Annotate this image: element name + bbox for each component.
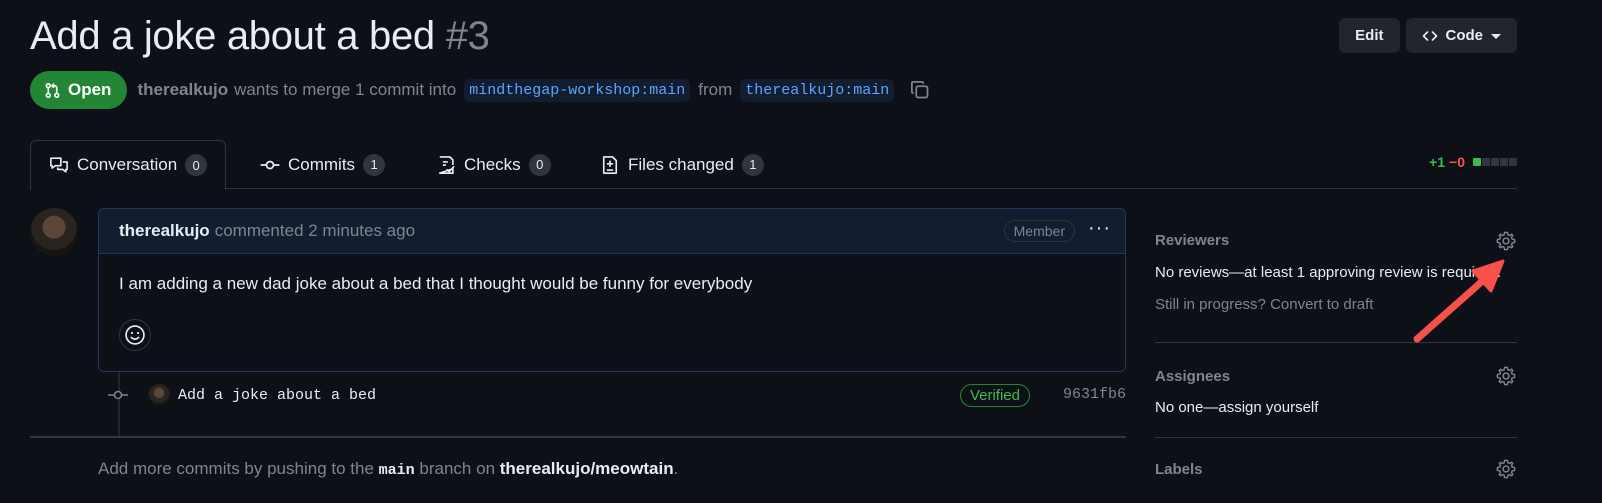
diffstat-blocks bbox=[1473, 158, 1517, 166]
assignees-section: Assignees No one—assign yourself bbox=[1155, 343, 1517, 438]
pr-title-text: Add a joke about a bed bbox=[30, 14, 435, 58]
caret-down-icon bbox=[1491, 34, 1501, 39]
comment-author-link[interactable]: therealkujo bbox=[119, 221, 210, 241]
smiley-icon bbox=[125, 325, 145, 345]
from-text: from bbox=[698, 80, 733, 99]
assignees-status: No one—assign yourself bbox=[1155, 399, 1517, 416]
header-actions: Edit Code bbox=[1339, 18, 1517, 53]
commit-avatar[interactable] bbox=[148, 384, 170, 406]
commit-sha-link[interactable]: 9631fb6 bbox=[1063, 386, 1126, 403]
state-label: Open bbox=[68, 80, 112, 99]
tab-commits[interactable]: Commits 1 bbox=[242, 140, 403, 189]
commit-row: Add a joke about a bed Verified 9631fb6 bbox=[108, 381, 1126, 409]
diffstat-block-neutral bbox=[1509, 158, 1517, 166]
tab-files-changed-count: 1 bbox=[741, 153, 764, 176]
pr-meta: Open therealkujo wants to merge 1 commit… bbox=[30, 71, 930, 109]
comment-timestamp: commented 2 minutes ago bbox=[214, 221, 416, 240]
tab-files-changed[interactable]: Files changed 1 bbox=[582, 140, 782, 189]
pr-number: #3 bbox=[445, 14, 490, 58]
draft-prompt-text: Still in progress? bbox=[1155, 296, 1266, 313]
git-commit-icon bbox=[108, 387, 128, 403]
tab-commits-label: Commits bbox=[288, 154, 356, 174]
assignees-none: No one— bbox=[1155, 399, 1219, 416]
member-badge: Member bbox=[1003, 220, 1075, 242]
edit-label: Edit bbox=[1355, 27, 1384, 44]
gear-icon[interactable] bbox=[1495, 458, 1517, 485]
tab-conversation[interactable]: Conversation 0 bbox=[30, 140, 227, 190]
labels-title[interactable]: Labels bbox=[1155, 438, 1517, 478]
pr-author-link[interactable]: therealkujo bbox=[137, 80, 228, 100]
code-button[interactable]: Code bbox=[1405, 18, 1517, 53]
footnote-suffix: . bbox=[673, 459, 679, 478]
tab-checks[interactable]: Checks 0 bbox=[418, 140, 569, 189]
diffstat-deletions: −0 bbox=[1449, 154, 1465, 170]
gear-icon[interactable] bbox=[1495, 230, 1517, 257]
merge-text: wants to merge 1 commit into bbox=[234, 80, 457, 99]
footnote-branch: main bbox=[378, 462, 415, 479]
state-badge: Open bbox=[30, 71, 128, 109]
comment-box: therealkujo commented 2 minutes ago Memb… bbox=[98, 208, 1126, 372]
code-icon bbox=[1422, 30, 1437, 41]
convert-to-draft-link[interactable]: Convert to draft bbox=[1270, 296, 1373, 313]
tab-checks-count: 0 bbox=[528, 153, 551, 176]
footnote-middle: branch on bbox=[419, 459, 496, 478]
pr-tabs: Conversation 0 Commits 1 Checks 0 Files … bbox=[30, 140, 1517, 190]
comment-header: therealkujo commented 2 minutes ago bbox=[99, 209, 1125, 254]
comment-discussion-icon bbox=[50, 157, 68, 173]
tab-files-changed-label: Files changed bbox=[628, 154, 734, 174]
diffstat: +1 −0 bbox=[1429, 154, 1517, 170]
labels-section: Labels bbox=[1155, 438, 1517, 498]
verified-badge[interactable]: Verified bbox=[959, 384, 1030, 407]
footnote: Add more commits by pushing to the main … bbox=[98, 459, 678, 479]
assign-yourself-link[interactable]: assign yourself bbox=[1218, 399, 1318, 416]
checklist-icon bbox=[438, 155, 455, 174]
add-reaction-button[interactable] bbox=[119, 319, 151, 351]
git-commit-icon bbox=[260, 160, 280, 169]
avatar[interactable] bbox=[30, 208, 78, 256]
kebab-icon[interactable]: ··· bbox=[1088, 218, 1111, 238]
code-label: Code bbox=[1445, 27, 1484, 44]
annotation-arrow-icon bbox=[1413, 259, 1505, 343]
tab-commits-count: 1 bbox=[363, 153, 386, 176]
copy-icon[interactable] bbox=[910, 80, 930, 100]
diffstat-block-added bbox=[1473, 158, 1481, 166]
diffstat-block-neutral bbox=[1491, 158, 1499, 166]
tab-checks-label: Checks bbox=[464, 154, 521, 174]
gear-icon[interactable] bbox=[1495, 365, 1517, 392]
pr-title: Add a joke about a bed #3 bbox=[30, 14, 490, 59]
footnote-prefix: Add more commits by pushing to the bbox=[98, 459, 374, 478]
head-branch[interactable]: therealkujo:main bbox=[740, 78, 895, 102]
diffstat-block-neutral bbox=[1500, 158, 1508, 166]
tab-conversation-label: Conversation bbox=[77, 155, 178, 174]
diffstat-additions: +1 bbox=[1429, 154, 1446, 170]
diffstat-block-neutral bbox=[1482, 158, 1490, 166]
commit-message-link[interactable]: Add a joke about a bed bbox=[178, 387, 376, 404]
file-diff-icon bbox=[602, 155, 618, 174]
edit-button[interactable]: Edit bbox=[1339, 18, 1400, 53]
git-pull-request-icon bbox=[45, 82, 60, 98]
base-branch[interactable]: mindthegap-workshop:main bbox=[464, 78, 691, 102]
repo-link[interactable]: therealkujo/meowtain bbox=[500, 459, 674, 478]
tab-conversation-count: 0 bbox=[185, 154, 208, 176]
reviewers-title[interactable]: Reviewers bbox=[1155, 228, 1517, 249]
timeline-divider bbox=[30, 436, 1126, 438]
comment-body: I am adding a new dad joke about a bed t… bbox=[119, 274, 753, 293]
